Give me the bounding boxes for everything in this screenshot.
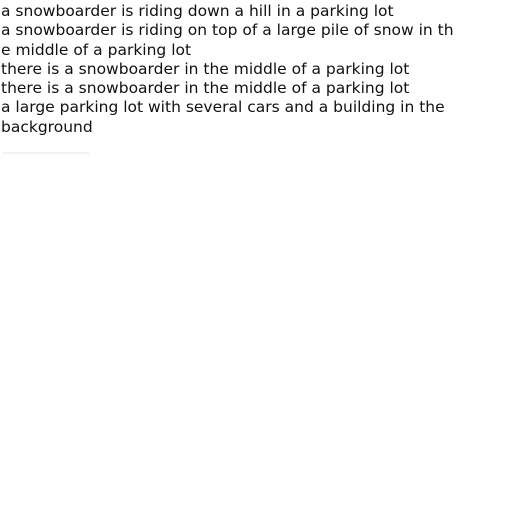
- caption-line-1: a snowboarder is riding down a hill in a…: [1, 2, 394, 20]
- caption-line-3: e middle of a parking lot: [1, 40, 192, 59]
- caption-line-7: background: [1, 117, 93, 136]
- page: a snowboarder is riding down a hill in a…: [0, 0, 512, 512]
- caption-line-5: there is a snowboarder in the middle of …: [1, 79, 410, 98]
- caption-line-2: a snowboarder is riding on top of a larg…: [1, 21, 454, 40]
- faint-divider: [3, 152, 89, 154]
- caption-line-6: a large parking lot with several cars an…: [1, 98, 445, 117]
- caption-line-4: there is a snowboarder in the middle of …: [1, 59, 410, 78]
- caption-list: a snowboarder is riding down a hill in a…: [1, 2, 473, 137]
